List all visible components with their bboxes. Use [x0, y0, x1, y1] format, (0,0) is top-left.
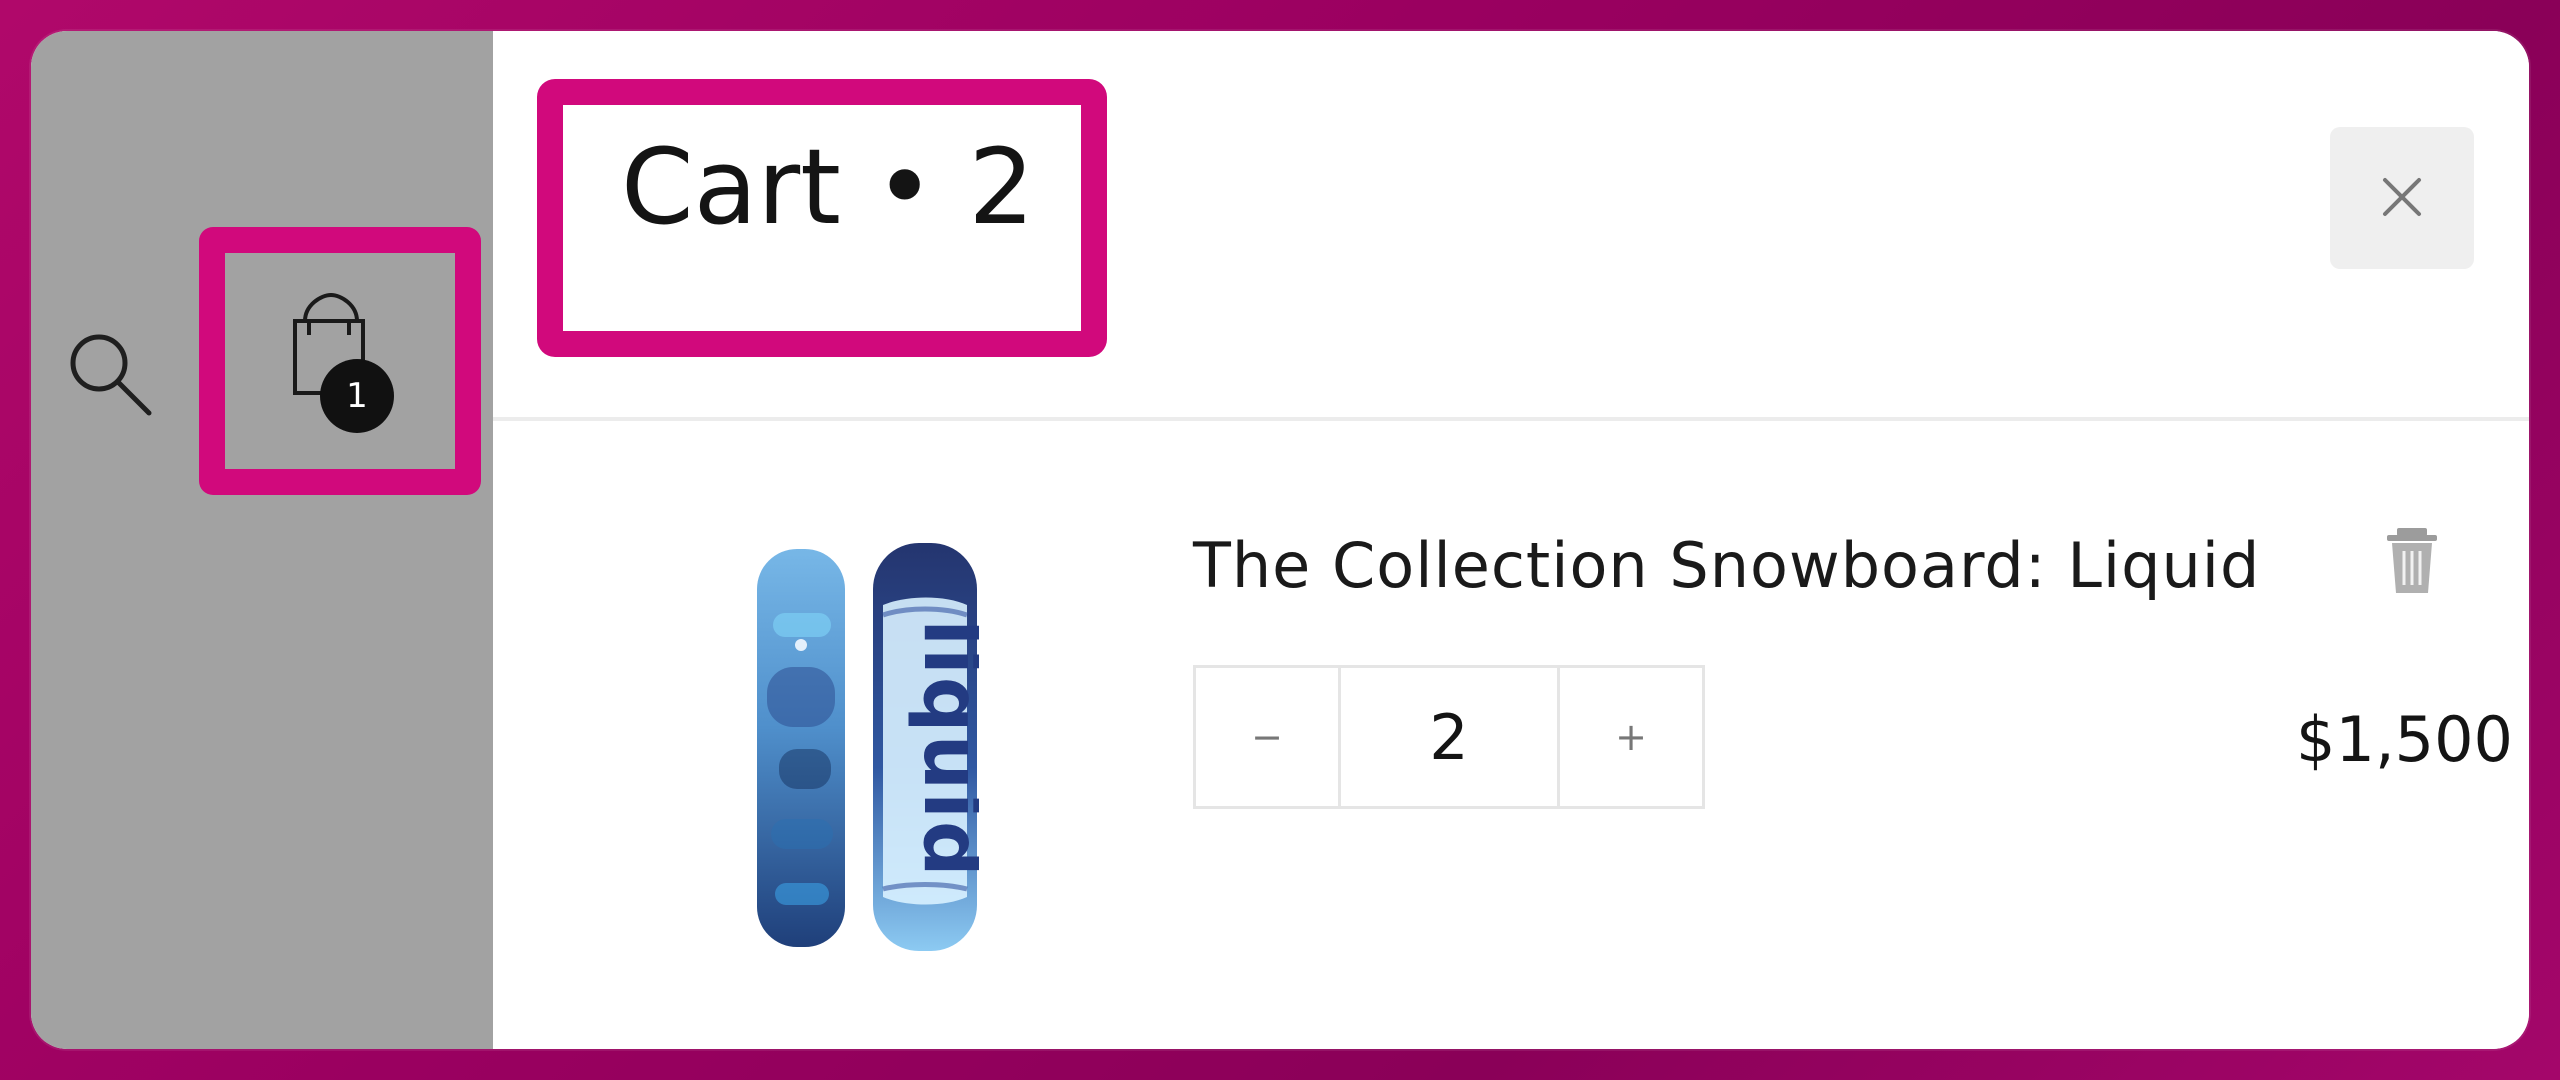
trash-icon[interactable]	[2377, 523, 2447, 599]
line-item-price: $1,500	[2296, 703, 2513, 776]
screenshot-frame: 1 Cart • 2 liquid The Collection Snowboa…	[31, 31, 2529, 1049]
close-icon	[2383, 178, 2421, 216]
cart-drawer: Cart • 2 liquid The Collection Snowboard…	[493, 31, 2529, 1049]
quantity-stepper: − 2 +	[1193, 665, 1705, 809]
cart-title: Cart • 2	[621, 126, 1035, 248]
decrease-quantity-label: −	[1251, 715, 1283, 759]
page-background-overlay: 1	[31, 31, 493, 1049]
quantity-value[interactable]: 2	[1338, 668, 1560, 806]
search-icon[interactable]	[57, 321, 163, 427]
decrease-quantity-button[interactable]: −	[1196, 668, 1338, 806]
close-cart-button[interactable]	[2330, 127, 2474, 269]
snowboard-brand-text: liquid	[906, 619, 979, 878]
increase-quantity-button[interactable]: +	[1560, 668, 1702, 806]
product-image[interactable]: liquid	[757, 543, 996, 953]
cart-count-badge: 1	[320, 359, 394, 433]
increase-quantity-label: +	[1615, 715, 1647, 759]
product-title[interactable]: The Collection Snowboard: Liquid	[1193, 535, 2260, 597]
header-divider	[493, 417, 2529, 421]
